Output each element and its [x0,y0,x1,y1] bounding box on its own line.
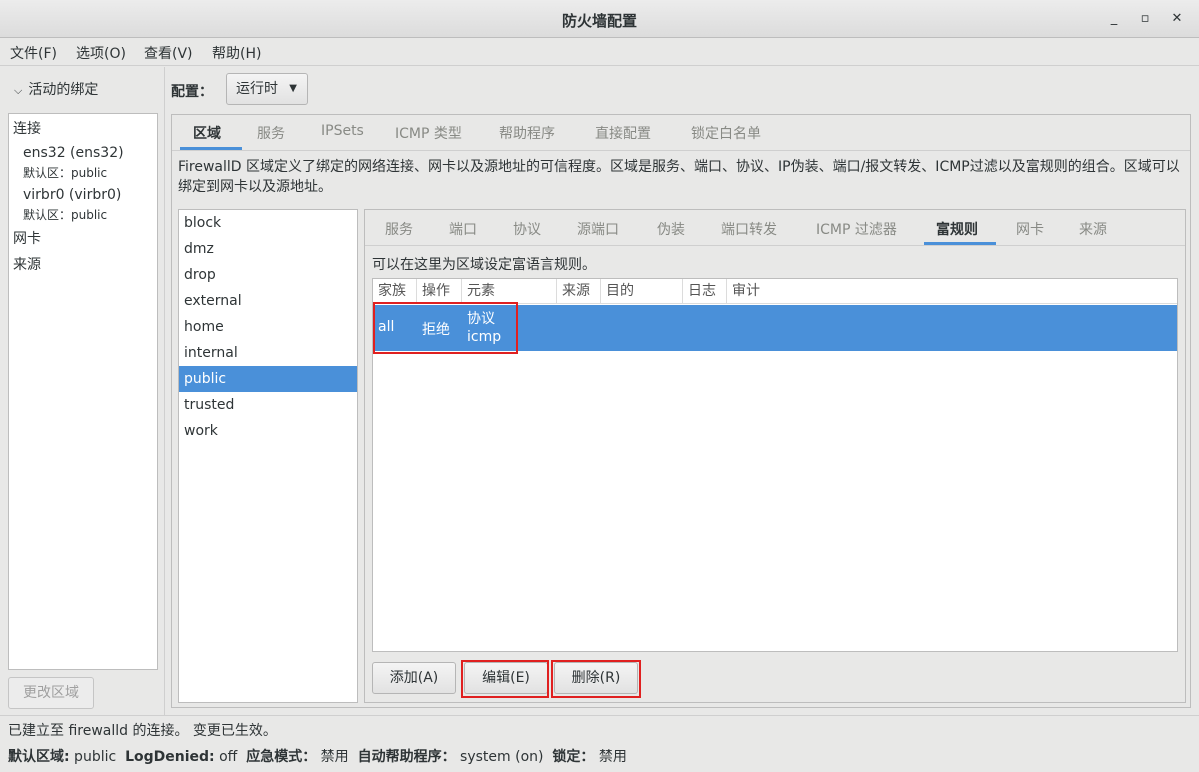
status-divider [0,715,1199,716]
tab-zone-icmp-filter[interactable]: ICMP 过滤器 [816,219,897,239]
zone-settings-notebook: 服务 端口 协议 源端口 伪装 端口转发 ICMP 过滤器 富规则 网卡 来源 … [364,209,1186,703]
tab-icmp-types[interactable]: ICMP 类型 [395,123,462,143]
maximize-button[interactable]: ▫ [1135,9,1155,29]
config-label: 配置： [171,84,213,100]
highlight-box-edit-button [461,660,549,698]
status-summary: 默认区域: public LogDenied: off 应急模式： 禁用 自动帮… [8,746,627,766]
logdenied-value: off [214,749,238,765]
expander-label: 活动的绑定 [28,82,99,98]
tab-zone-rich-rules[interactable]: 富规则 [936,219,978,239]
tab-lockdown-whitelist[interactable]: 锁定白名单 [691,123,761,143]
column-source[interactable]: 来源 [557,279,601,303]
menu-view[interactable]: 查看(V) [144,43,193,63]
panic-mode-label: 应急模式： [246,749,317,765]
lockdown-label: 锁定： [552,749,595,765]
zone-item-block[interactable]: block [179,210,357,236]
lockdown-value: 禁用 [594,749,627,765]
zone-item-work[interactable]: work [179,418,357,444]
column-destination[interactable]: 目的 [601,279,683,303]
zone-item-drop[interactable]: drop [179,262,357,288]
menu-bar: 文件(F) 选项(O) 查看(V) 帮助(H) [0,38,1199,66]
menu-options[interactable]: 选项(O) [76,43,126,63]
main-notebook: 区域 服务 IPSets ICMP 类型 帮助程序 直接配置 锁定白名单 Fir… [171,114,1191,708]
zone-item-trusted[interactable]: trusted [179,392,357,418]
tab-zone-sources[interactable]: 来源 [1079,219,1107,239]
tab-zone-masquerade[interactable]: 伪装 [657,219,685,239]
active-zone-tab-indicator [924,242,996,245]
active-bindings-expander[interactable]: ⌵ 活动的绑定 [14,79,98,99]
column-action[interactable]: 操作 [417,279,462,303]
title-bar: 防火墙配置 _ ▫ ✕ [0,0,1199,38]
tab-helpers[interactable]: 帮助程序 [499,123,555,143]
tab-services[interactable]: 服务 [257,123,285,143]
zone-item-dmz[interactable]: dmz [179,236,357,262]
tab-zone-source-ports[interactable]: 源端口 [577,219,619,239]
tab-zone-protocols[interactable]: 协议 [513,219,541,239]
bindings-list: 连接 ens32 (ens32) 默认区：public virbr0 (virb… [8,113,158,670]
highlight-box-delete-button [551,660,641,698]
window-title: 防火墙配置 [561,12,637,30]
zone-description: FirewallD 区域定义了绑定的网络连接、网卡以及源地址的可信程度。区域是服… [178,159,1180,195]
auto-helper-value: system (on) [455,749,544,765]
column-family[interactable]: 家族 [373,279,417,303]
zone-item-public[interactable]: public [179,366,357,392]
panic-mode-value: 禁用 [316,749,349,765]
connection-status: 已建立至 firewalld 的连接。 变更已生效。 [8,723,277,739]
rich-rules-hint: 可以在这里为区域设定富语言规则。 [372,257,596,273]
menu-file[interactable]: 文件(F) [10,43,57,63]
add-rule-button[interactable]: 添加(A) [372,662,456,694]
caret-down-icon: ▼ [289,83,297,94]
connection-ens32[interactable]: ens32 (ens32) [23,145,124,161]
zone-item-external[interactable]: external [179,288,357,314]
change-zone-button[interactable]: 更改区域 [8,677,94,709]
column-audit[interactable]: 审计 [727,279,1177,303]
tab-direct-config[interactable]: 直接配置 [595,123,651,143]
connection-virbr0[interactable]: virbr0 (virbr0) [23,187,121,203]
active-bindings-pane: ⌵ 活动的绑定 连接 ens32 (ens32) 默认区：public virbr… [0,67,165,715]
zone-tab-bar: 服务 端口 协议 源端口 伪装 端口转发 ICMP 过滤器 富规则 网卡 来源 [365,210,1185,246]
config-mode-dropdown[interactable]: 运行时 ▼ [226,73,308,105]
chevron-down-icon: ⌵ [14,84,23,97]
tab-zone-port-forward[interactable]: 端口转发 [721,219,777,239]
zone-item-home[interactable]: home [179,314,357,340]
zone-item-internal[interactable]: internal [179,340,357,366]
default-zone-label: 默认区域: [8,749,70,765]
column-element[interactable]: 元素 [462,279,557,303]
default-zone-value: public [69,749,117,765]
tab-zone-interfaces[interactable]: 网卡 [1016,219,1044,239]
connections-header[interactable]: 连接 [13,118,41,138]
logdenied-label: LogDenied: [125,749,215,765]
column-log[interactable]: 日志 [683,279,727,303]
config-mode-value: 运行时 [236,81,278,97]
menu-help[interactable]: 帮助(H) [212,43,261,63]
highlight-box-rule-row [373,302,518,354]
zone-list: block dmz drop external home internal pu… [178,209,358,703]
sources-header[interactable]: 来源 [13,254,41,274]
connection-ens32-zone: 默认区：public [23,166,108,180]
auto-helper-label: 自动帮助程序： [357,749,456,765]
tab-zone-ports[interactable]: 端口 [449,219,477,239]
close-button[interactable]: ✕ [1167,9,1187,29]
minimize-button[interactable]: _ [1104,9,1124,29]
connection-virbr0-zone: 默认区：public [23,208,108,222]
tab-zone-services[interactable]: 服务 [385,219,413,239]
interfaces-header[interactable]: 网卡 [13,228,41,248]
active-tab-indicator [180,147,242,150]
tab-ipsets[interactable]: IPSets [321,123,364,139]
tab-zones[interactable]: 区域 [193,123,221,143]
top-tab-bar: 区域 服务 IPSets ICMP 类型 帮助程序 直接配置 锁定白名单 [172,115,1190,151]
